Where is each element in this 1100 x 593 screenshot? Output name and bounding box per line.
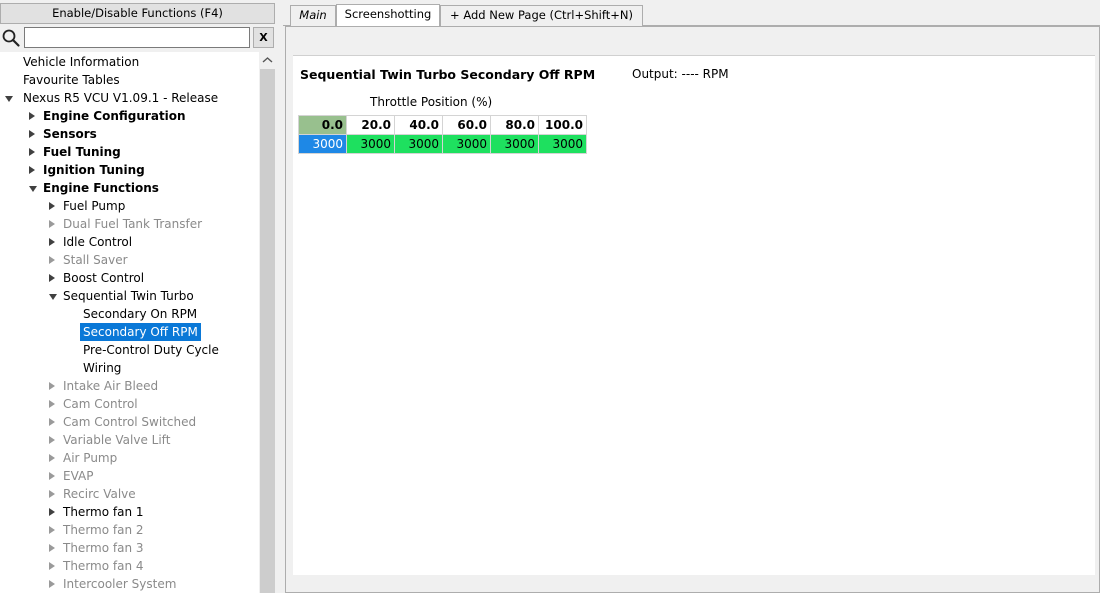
tab-main[interactable]: Main (290, 5, 336, 26)
table-title: Sequential Twin Turbo Secondary Off RPM (300, 67, 596, 82)
tree-item-label: Boost Control (63, 271, 145, 285)
value-cell[interactable]: 3000 (346, 134, 395, 154)
right-panel: Main Screenshotting + Add New Page (Ctrl… (283, 0, 1100, 593)
collapse-arrow-icon[interactable] (5, 96, 13, 102)
axis-cell[interactable]: 80.0 (490, 115, 539, 135)
tree-item-label: Thermo fan 2 (63, 523, 144, 537)
tree-scrollbar[interactable] (259, 52, 276, 593)
tree-item-label: Recirc Valve (63, 487, 136, 501)
x-axis-label: Throttle Position (%) (370, 95, 493, 109)
expand-arrow-icon[interactable] (49, 256, 55, 264)
expand-arrow-icon[interactable] (49, 562, 55, 570)
value-cell[interactable]: 3000 (394, 134, 443, 154)
expand-arrow-icon[interactable] (49, 472, 55, 480)
tree-item-label: Pre-Control Duty Cycle (83, 343, 219, 357)
tree-item-label: Stall Saver (63, 253, 128, 267)
expand-arrow-icon[interactable] (29, 148, 35, 156)
expand-arrow-icon[interactable] (49, 418, 55, 426)
tree-item-label: Cam Control Switched (63, 415, 197, 429)
tree-item-label: Ignition Tuning (43, 163, 145, 177)
tree-item-label: Wiring (83, 361, 122, 375)
scroll-up-icon[interactable] (259, 52, 276, 69)
calibration-table: 0.0 20.0 40.0 60.0 80.0 100.0 3000 3000 … (298, 115, 587, 154)
tree-item-label: Secondary Off RPM (80, 323, 201, 341)
collapse-arrow-icon[interactable] (49, 294, 57, 300)
axis-cell[interactable]: 20.0 (346, 115, 395, 135)
search-row: X (0, 26, 276, 50)
search-icon (2, 29, 20, 47)
tree-item-label: Vehicle Information (23, 55, 140, 69)
tree-item-label: Cam Control (63, 397, 138, 411)
search-input[interactable] (24, 27, 250, 48)
expand-arrow-icon[interactable] (49, 274, 55, 282)
tree-item-label: Thermo fan 1 (63, 505, 144, 519)
expand-arrow-icon[interactable] (49, 202, 55, 210)
enable-disable-functions-button[interactable]: Enable/Disable Functions (F4) (0, 3, 275, 24)
tab-bar: Main Screenshotting + Add New Page (Ctrl… (283, 4, 1100, 27)
expand-arrow-icon[interactable] (49, 382, 55, 390)
expand-arrow-icon[interactable] (49, 508, 55, 516)
tree-item-label: Secondary On RPM (83, 307, 198, 321)
expand-arrow-icon[interactable] (49, 580, 55, 588)
tree-item-label: Thermo fan 4 (63, 559, 144, 573)
tree-item-label: Air Pump (63, 451, 118, 465)
function-tree: Vehicle Information Favourite Tables Nexus… (0, 52, 259, 593)
axis-row: 0.0 20.0 40.0 60.0 80.0 100.0 (298, 115, 587, 135)
expand-arrow-icon[interactable] (49, 436, 55, 444)
axis-cell[interactable]: 0.0 (298, 115, 347, 135)
tree-item-label: Fuel Tuning (43, 145, 121, 159)
tree-item-label: Sensors (43, 127, 97, 141)
output-readout: Output: ---- RPM (632, 67, 729, 81)
expand-arrow-icon[interactable] (29, 130, 35, 138)
tree-item-label: EVAP (63, 469, 94, 483)
tree-item-label: Variable Valve Lift (63, 433, 171, 447)
scroll-thumb[interactable] (260, 69, 275, 593)
value-cell[interactable]: 3000 (538, 134, 587, 154)
tree-item-label: Favourite Tables (23, 73, 120, 87)
tree-item-label: Engine Functions (43, 181, 159, 195)
clear-search-button[interactable]: X (253, 27, 274, 48)
tree-item-label: Thermo fan 3 (63, 541, 144, 555)
tab-add-new-page[interactable]: + Add New Page (Ctrl+Shift+N) (440, 5, 643, 26)
expand-arrow-icon[interactable] (29, 112, 35, 120)
value-cell[interactable]: 3000 (490, 134, 539, 154)
tree-item-label: Engine Configuration (43, 109, 186, 123)
tree-item-label: Sequential Twin Turbo (63, 289, 194, 303)
left-panel: Enable/Disable Functions (F4) X Vehicle … (0, 0, 276, 593)
expand-arrow-icon[interactable] (49, 238, 55, 246)
tree-item-label: Nexus R5 VCU V1.09.1 - Release (23, 91, 219, 105)
expand-arrow-icon[interactable] (49, 220, 55, 228)
value-cell[interactable]: 3000 (442, 134, 491, 154)
tab-screenshotting[interactable]: Screenshotting (336, 4, 440, 27)
page-frame: Sequential Twin Turbo Secondary Off RPM … (285, 26, 1100, 593)
expand-arrow-icon[interactable] (49, 490, 55, 498)
tree-item-label: Idle Control (63, 235, 133, 249)
tree-item-label: Fuel Pump (63, 199, 126, 213)
collapse-arrow-icon[interactable] (29, 186, 37, 192)
expand-arrow-icon[interactable] (49, 454, 55, 462)
value-cell[interactable]: 3000 (298, 134, 347, 154)
axis-cell[interactable]: 60.0 (442, 115, 491, 135)
expand-arrow-icon[interactable] (49, 400, 55, 408)
axis-cell[interactable]: 100.0 (538, 115, 587, 135)
expand-arrow-icon[interactable] (49, 544, 55, 552)
tree-item-label: Intake Air Bleed (63, 379, 159, 393)
axis-cell[interactable]: 40.0 (394, 115, 443, 135)
tree-item-label: Intercooler System (63, 577, 177, 591)
expand-arrow-icon[interactable] (49, 526, 55, 534)
expand-arrow-icon[interactable] (29, 166, 35, 174)
tree-item-label: Dual Fuel Tank Transfer (63, 217, 203, 231)
value-row: 3000 3000 3000 3000 3000 3000 (298, 134, 587, 154)
